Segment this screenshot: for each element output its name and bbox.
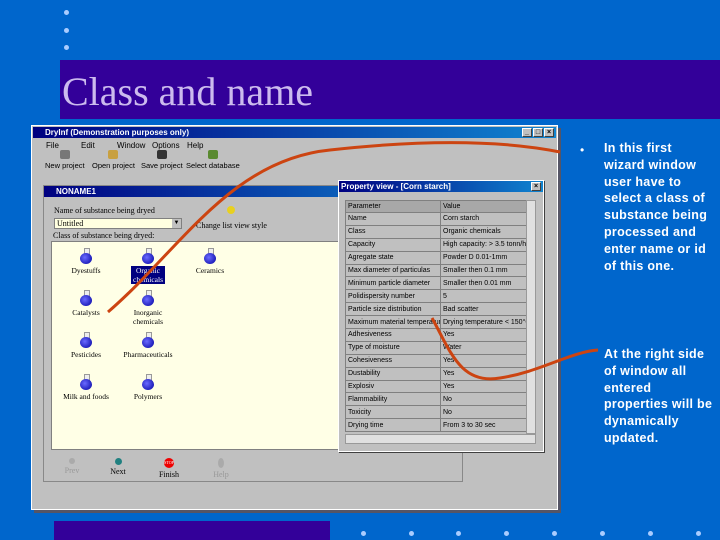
bullet-icon: • [580,143,585,157]
annotation-curve [107,141,561,314]
bullet-text: In this first wizard window user have to… [604,141,708,273]
annotation-curve [430,317,599,381]
bullet-text: At the right side of window all entered … [604,347,713,445]
